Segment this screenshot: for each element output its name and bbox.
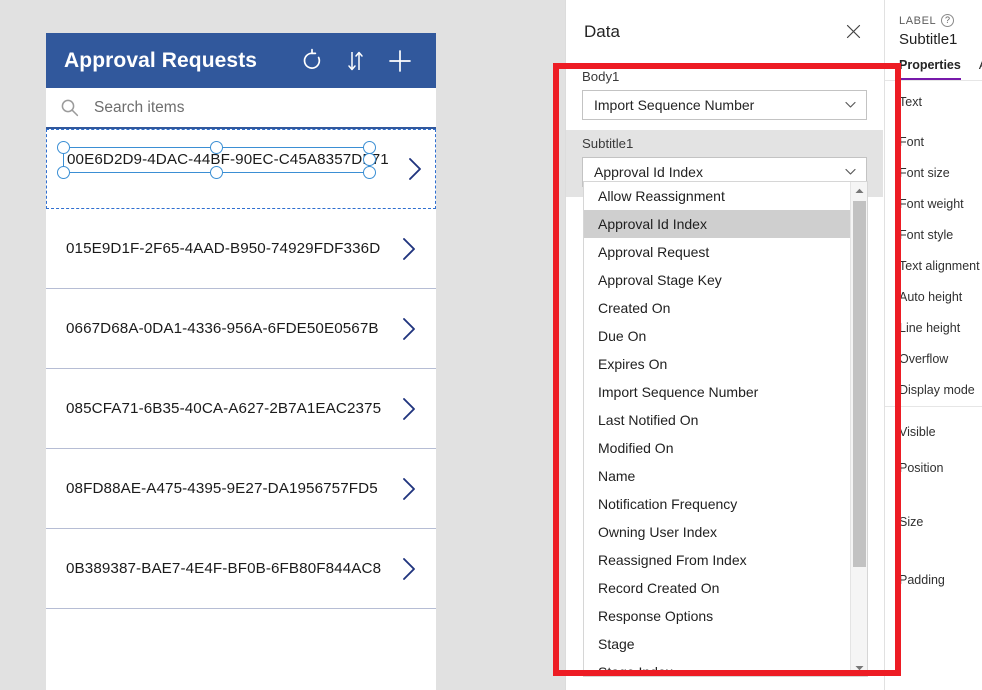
chevron-right-icon[interactable]: [392, 236, 426, 262]
dropdown-option[interactable]: Created On: [584, 294, 852, 322]
field-label-subtitle1: Subtitle1: [582, 136, 634, 151]
property-row-auto-height[interactable]: Auto height: [899, 290, 982, 304]
property-row-font-size[interactable]: Font size: [899, 166, 982, 180]
property-row-padding[interactable]: Padding: [899, 573, 982, 587]
close-icon[interactable]: [839, 18, 867, 46]
dropdown-option[interactable]: Response Options: [584, 602, 852, 630]
search-placeholder: Search items: [94, 98, 185, 116]
search-icon: [60, 98, 88, 117]
control-kind-label: LABEL: [899, 14, 937, 27]
dropdown-option[interactable]: Approval Id Index: [584, 210, 852, 238]
dropdown-scrollbar[interactable]: [850, 182, 867, 676]
list-item-label: 08FD88AE-A475-4395-9E27-DA1956757FD5: [66, 480, 378, 497]
control-kind-row: LABEL ?: [899, 14, 982, 27]
app-title: Approval Requests: [64, 48, 258, 72]
property-row-text-alignment[interactable]: Text alignment: [899, 259, 982, 273]
dropdown-option[interactable]: Approval Stage Key: [584, 266, 852, 294]
properties-list: Text Font Font size Font weight Font sty…: [885, 81, 982, 587]
property-row-font-style[interactable]: Font style: [899, 228, 982, 242]
property-row-overflow[interactable]: Overflow: [899, 352, 982, 366]
list-item-label: 015E9D1F-2F65-4AAD-B950-74929FDF336D: [66, 240, 381, 257]
dropdown-option[interactable]: Expires On: [584, 350, 852, 378]
property-row-text[interactable]: Text: [899, 95, 982, 109]
sort-icon[interactable]: [334, 39, 378, 83]
list-item-label: 00E6D2D9-4DAC-44BF-90EC-C45A8357DF71: [67, 151, 389, 168]
dropdown-option[interactable]: Name: [584, 462, 852, 490]
add-icon[interactable]: [378, 39, 422, 83]
property-row-line-height[interactable]: Line height: [899, 321, 982, 335]
resize-handle-bottom-center[interactable]: [210, 166, 223, 179]
body1-dropdown[interactable]: Import Sequence Number: [582, 90, 867, 120]
dropdown-option[interactable]: Record Created On: [584, 574, 852, 602]
chevron-right-icon[interactable]: [398, 156, 432, 182]
body1-dropdown-value: Import Sequence Number: [594, 97, 755, 113]
scrollbar-thumb[interactable]: [853, 201, 866, 567]
chevron-down-icon: [842, 168, 858, 176]
list-item[interactable]: 0667D68A-0DA1-4336-956A-6FDE50E0567B: [46, 289, 436, 369]
resize-handle-middle-right[interactable]: [363, 153, 376, 166]
properties-divider: [885, 406, 982, 407]
chevron-right-icon[interactable]: [392, 316, 426, 342]
control-name: Subtitle1: [899, 31, 958, 48]
gallery-list: 00E6D2D9-4DAC-44BF-90EC-C45A8357DF71 015…: [46, 129, 436, 609]
dropdown-option[interactable]: Allow Reassignment: [584, 182, 852, 210]
dropdown-option-list: Allow Reassignment Approval Id Index App…: [584, 182, 852, 676]
list-item[interactable]: 085CFA71-6B35-40CA-A627-2B7A1EAC2375: [46, 369, 436, 449]
chevron-right-icon[interactable]: [392, 556, 426, 582]
resize-handle-bottom-left[interactable]: [57, 166, 70, 179]
chevron-right-icon[interactable]: [392, 476, 426, 502]
chevron-right-icon[interactable]: [392, 396, 426, 422]
refresh-icon[interactable]: [290, 39, 334, 83]
properties-tabs: Properties A: [885, 58, 982, 81]
dropdown-option[interactable]: Stage Index: [584, 658, 852, 676]
dropdown-option[interactable]: Notification Frequency: [584, 490, 852, 518]
chevron-down-icon: [842, 101, 858, 109]
dropdown-option[interactable]: Stage: [584, 630, 852, 658]
resize-handle-top-center[interactable]: [210, 141, 223, 154]
list-item[interactable]: 015E9D1F-2F65-4AAD-B950-74929FDF336D: [46, 209, 436, 289]
scroll-up-icon[interactable]: [851, 182, 867, 199]
property-row-font-weight[interactable]: Font weight: [899, 197, 982, 211]
property-row-font[interactable]: Font: [899, 135, 982, 149]
list-item[interactable]: 0B389387-BAE7-4E4F-BF0B-6FB80F844AC8: [46, 529, 436, 609]
dropdown-option[interactable]: Owning User Index: [584, 518, 852, 546]
property-row-position[interactable]: Position: [899, 461, 982, 475]
list-item-label: 085CFA71-6B35-40CA-A627-2B7A1EAC2375: [66, 400, 382, 417]
dropdown-option[interactable]: Due On: [584, 322, 852, 350]
list-item[interactable]: 08FD88AE-A475-4395-9E27-DA1956757FD5: [46, 449, 436, 529]
properties-panel: LABEL ? Subtitle1 Properties A Text Font…: [884, 0, 982, 690]
data-panel-title: Data: [584, 21, 620, 41]
field-group-body1: Body1 Import Sequence Number: [566, 63, 883, 130]
list-item-label: 0B389387-BAE7-4E4F-BF0B-6FB80F844AC8: [66, 560, 382, 577]
app-header: Approval Requests: [46, 33, 436, 88]
subtitle1-dropdown-flyout: Allow Reassignment Approval Id Index App…: [583, 181, 868, 677]
app-preview-frame: Approval Requests Search items 00E6D2D9-…: [46, 33, 436, 690]
dropdown-option[interactable]: Last Notified On: [584, 406, 852, 434]
property-row-visible[interactable]: Visible: [899, 425, 982, 439]
dropdown-option[interactable]: Modified On: [584, 434, 852, 462]
resize-handle-top-left[interactable]: [57, 141, 70, 154]
tab-properties[interactable]: Properties: [899, 58, 961, 80]
property-row-size[interactable]: Size: [899, 515, 982, 529]
scroll-down-icon[interactable]: [851, 659, 867, 676]
list-item-label: 0667D68A-0DA1-4336-956A-6FDE50E0567B: [66, 320, 379, 337]
field-label-body1: Body1: [582, 69, 620, 84]
data-panel-header: Data: [566, 0, 883, 63]
search-input[interactable]: Search items: [46, 88, 436, 129]
subtitle1-dropdown-value: Approval Id Index: [594, 164, 703, 180]
dropdown-option[interactable]: Approval Request: [584, 238, 852, 266]
help-icon[interactable]: ?: [941, 14, 955, 27]
dropdown-option[interactable]: Import Sequence Number: [584, 378, 852, 406]
dropdown-option[interactable]: Reassigned From Index: [584, 546, 852, 574]
resize-handle-bottom-right[interactable]: [363, 166, 376, 179]
properties-header: LABEL ? Subtitle1: [885, 0, 982, 48]
property-row-display-mode[interactable]: Display mode: [899, 383, 982, 397]
list-item[interactable]: 00E6D2D9-4DAC-44BF-90EC-C45A8357DF71: [46, 129, 436, 209]
